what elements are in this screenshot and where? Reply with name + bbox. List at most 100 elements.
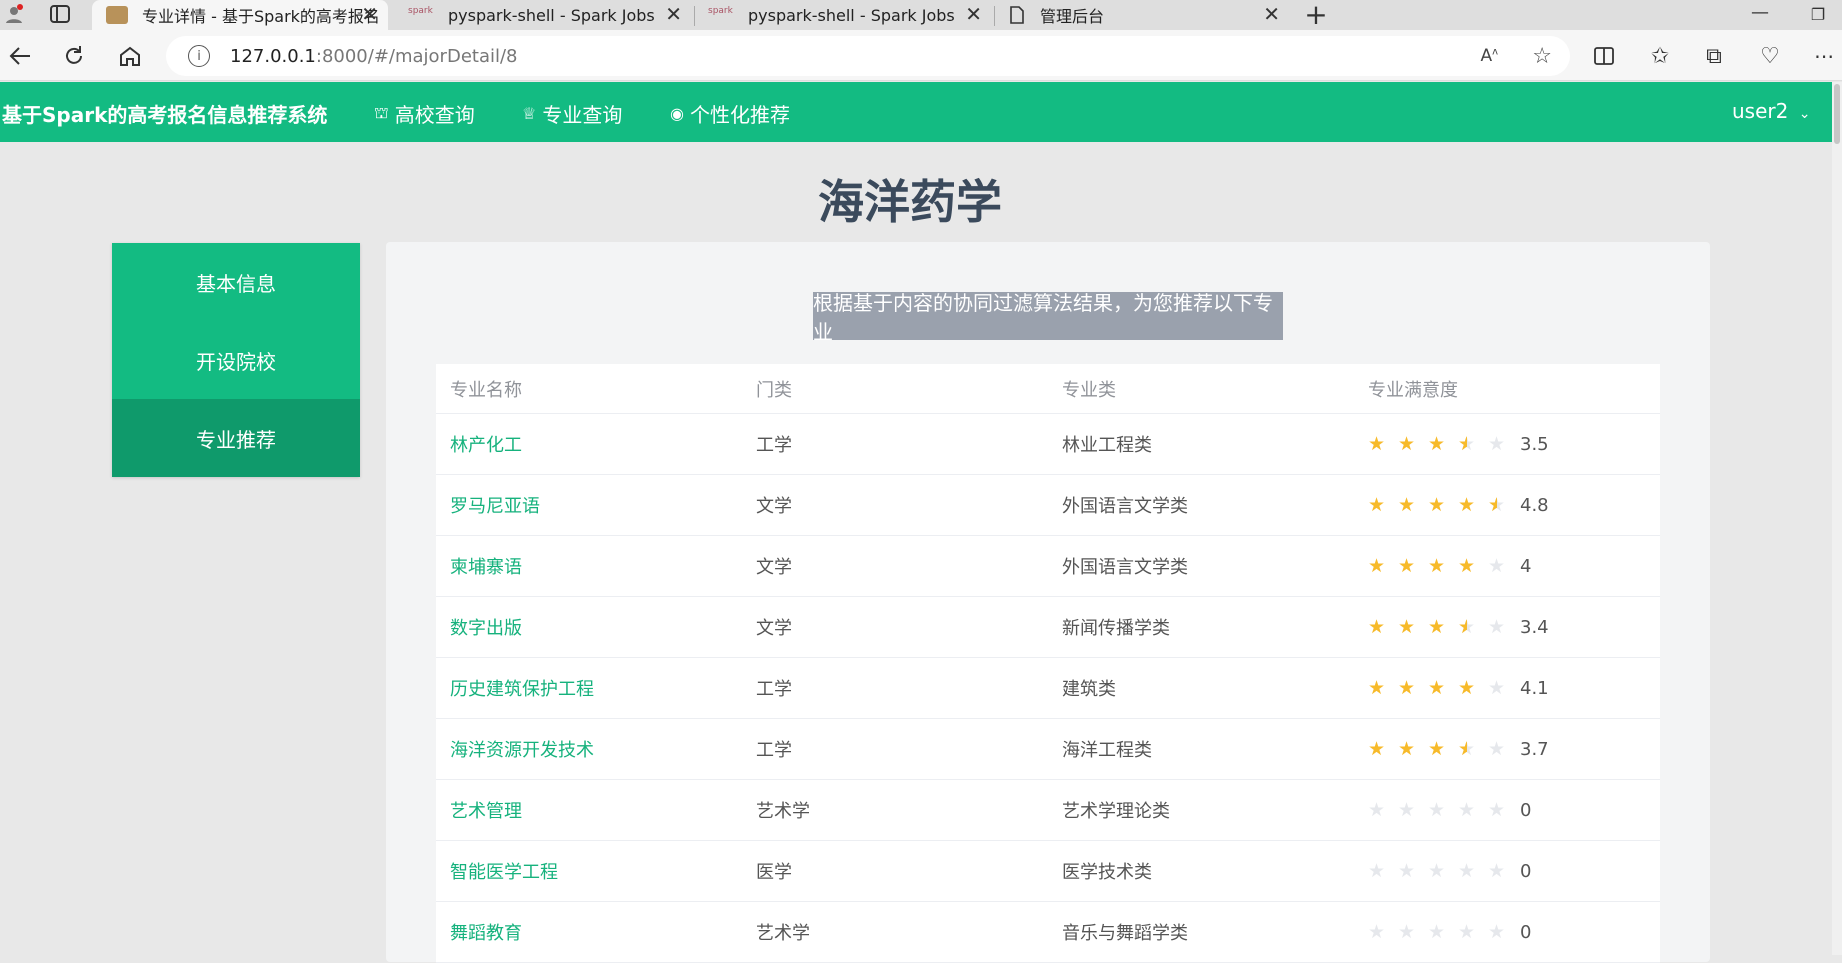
- star-icon[interactable]: ★: [1368, 616, 1398, 638]
- close-tab-icon[interactable]: ✕: [965, 2, 982, 26]
- star-icon[interactable]: ★: [1488, 921, 1518, 943]
- back-icon[interactable]: [2, 38, 38, 74]
- star-icon[interactable]: ★: [1458, 494, 1488, 516]
- star-icon[interactable]: ★: [1488, 433, 1518, 455]
- close-tab-icon[interactable]: ✕: [665, 2, 682, 26]
- rating-value: 4.8: [1520, 494, 1549, 516]
- star-icon[interactable]: ★ ★: [1458, 738, 1488, 760]
- star-icon[interactable]: ★: [1368, 799, 1398, 821]
- satisfaction-rating[interactable]: ★ ★ ★ ★ ★ 0: [1368, 780, 1531, 840]
- star-icon[interactable]: ★ ★: [1458, 433, 1488, 455]
- major-name-link[interactable]: 林产化工: [450, 414, 522, 474]
- star-icon[interactable]: ★: [1428, 616, 1458, 638]
- star-icon[interactable]: ★: [1458, 860, 1488, 882]
- tab-admin[interactable]: 管理后台 ✕: [998, 0, 1290, 30]
- star-icon[interactable]: ★: [1398, 921, 1428, 943]
- tab-spark-jobs-2[interactable]: spark pyspark-shell - Spark Jobs ✕: [696, 0, 992, 30]
- satisfaction-rating[interactable]: ★ ★ ★ ★ ★ 4: [1368, 536, 1531, 596]
- address-bar[interactable]: i 127.0.0.1 :8000/#/majorDetail/8 Aʌ ☆: [166, 36, 1570, 76]
- nav-college-search[interactable]: ⛫ 高校查询: [374, 99, 475, 128]
- profile-icon[interactable]: [0, 0, 28, 32]
- star-icon[interactable]: ★: [1458, 555, 1488, 577]
- sidebar-item-basic-info[interactable]: 基本信息: [112, 243, 360, 321]
- star-icon[interactable]: ★: [1398, 494, 1428, 516]
- star-icon[interactable]: ★: [1398, 677, 1428, 699]
- major-name-link[interactable]: 历史建筑保护工程: [450, 658, 594, 718]
- star-icon[interactable]: ★: [1428, 494, 1458, 516]
- major-name-link[interactable]: 柬埔寨语: [450, 536, 522, 596]
- star-icon[interactable]: ★: [1458, 799, 1488, 821]
- star-icon[interactable]: ★: [1428, 860, 1458, 882]
- major-name-link[interactable]: 罗马尼亚语: [450, 475, 540, 535]
- star-icon[interactable]: ★ ★: [1458, 616, 1488, 638]
- star-icon[interactable]: ★: [1368, 494, 1398, 516]
- tab-actions-icon[interactable]: [42, 0, 78, 32]
- nav-recommendation[interactable]: ◉ 个性化推荐: [670, 99, 790, 128]
- star-icon[interactable]: ★: [1398, 860, 1428, 882]
- star-icon[interactable]: ★: [1368, 677, 1398, 699]
- favorites-icon[interactable]: ✩: [1642, 38, 1678, 74]
- sidebar-item-recommend[interactable]: 专业推荐: [112, 399, 360, 477]
- star-icon[interactable]: ★: [1488, 799, 1518, 821]
- star-icon[interactable]: ★: [1368, 738, 1398, 760]
- tab-major-detail[interactable]: 专业详情 - 基于Spark的高考报名 ✕: [92, 0, 388, 30]
- star-icon[interactable]: ★: [1488, 616, 1518, 638]
- star-icon[interactable]: ★: [1428, 921, 1458, 943]
- satisfaction-rating[interactable]: ★ ★ ★ ★ ★ 4.1: [1368, 658, 1549, 718]
- more-menu-icon[interactable]: ⋯: [1806, 38, 1842, 74]
- major-name-link[interactable]: 数字出版: [450, 597, 522, 657]
- star-icon[interactable]: ★: [1428, 433, 1458, 455]
- major-name-link[interactable]: 舞蹈教育: [450, 902, 522, 962]
- split-screen-icon[interactable]: [1586, 38, 1622, 74]
- sidebar-item-colleges[interactable]: 开设院校: [112, 321, 360, 399]
- star-icon[interactable]: ★: [1488, 555, 1518, 577]
- satisfaction-rating[interactable]: ★ ★ ★ ★ ★ ★ 4.8: [1368, 475, 1549, 535]
- satisfaction-rating[interactable]: ★ ★ ★ ★ ★ 0: [1368, 902, 1531, 962]
- brand-title[interactable]: 基于Spark的高考报名信息推荐系统: [2, 99, 327, 128]
- star-icon[interactable]: ★: [1398, 799, 1428, 821]
- close-tab-icon[interactable]: ✕: [1263, 2, 1280, 26]
- star-icon[interactable]: ★: [1488, 860, 1518, 882]
- major-name-link[interactable]: 艺术管理: [450, 780, 522, 840]
- star-icon[interactable]: ★: [1488, 677, 1518, 699]
- star-icon[interactable]: ★: [1368, 860, 1398, 882]
- home-icon[interactable]: [112, 38, 148, 74]
- performance-icon[interactable]: ♡: [1752, 38, 1788, 74]
- major-category: 文学: [756, 618, 792, 639]
- star-icon[interactable]: ★: [1428, 738, 1458, 760]
- scrollbar[interactable]: [1832, 82, 1842, 955]
- satisfaction-rating[interactable]: ★ ★ ★ ★ ★ ★ 3.4: [1368, 597, 1549, 657]
- star-icon[interactable]: ★: [1368, 433, 1398, 455]
- site-info-icon[interactable]: i: [188, 45, 210, 67]
- favorite-star-icon[interactable]: ☆: [1532, 44, 1552, 69]
- star-icon[interactable]: ★: [1398, 433, 1428, 455]
- minimize-icon[interactable]: —: [1742, 0, 1778, 30]
- tab-spark-jobs-1[interactable]: spark pyspark-shell - Spark Jobs ✕: [396, 0, 692, 30]
- star-icon[interactable]: ★: [1398, 738, 1428, 760]
- satisfaction-rating[interactable]: ★ ★ ★ ★ ★ ★ 3.5: [1368, 414, 1549, 474]
- satisfaction-rating[interactable]: ★ ★ ★ ★ ★ ★ 3.7: [1368, 719, 1549, 779]
- star-icon[interactable]: ★: [1398, 555, 1428, 577]
- read-aloud-icon[interactable]: Aʌ: [1480, 46, 1498, 66]
- major-name-link[interactable]: 智能医学工程: [450, 841, 558, 901]
- restore-icon[interactable]: ❐: [1800, 0, 1836, 32]
- user-menu[interactable]: user2 ⌄: [1732, 99, 1810, 123]
- star-icon[interactable]: ★: [1428, 799, 1458, 821]
- nav-major-search[interactable]: ♕ 专业查询: [522, 99, 622, 128]
- star-icon[interactable]: ★: [1398, 616, 1428, 638]
- major-name-link[interactable]: 海洋资源开发技术: [450, 719, 594, 779]
- satisfaction-rating[interactable]: ★ ★ ★ ★ ★ 0: [1368, 841, 1531, 901]
- star-icon[interactable]: ★: [1368, 921, 1398, 943]
- star-icon[interactable]: ★: [1428, 555, 1458, 577]
- collections-icon[interactable]: ⧉: [1696, 38, 1732, 74]
- new-tab-icon[interactable]: +: [1298, 0, 1334, 32]
- star-icon[interactable]: ★ ★: [1488, 494, 1518, 516]
- close-tab-icon[interactable]: ✕: [361, 2, 378, 26]
- star-icon[interactable]: ★: [1368, 555, 1398, 577]
- refresh-icon[interactable]: [56, 38, 92, 74]
- star-icon[interactable]: ★: [1458, 921, 1488, 943]
- star-icon[interactable]: ★: [1458, 677, 1488, 699]
- star-icon[interactable]: ★: [1488, 738, 1518, 760]
- scrollbar-thumb[interactable]: [1834, 84, 1840, 144]
- star-icon[interactable]: ★: [1428, 677, 1458, 699]
